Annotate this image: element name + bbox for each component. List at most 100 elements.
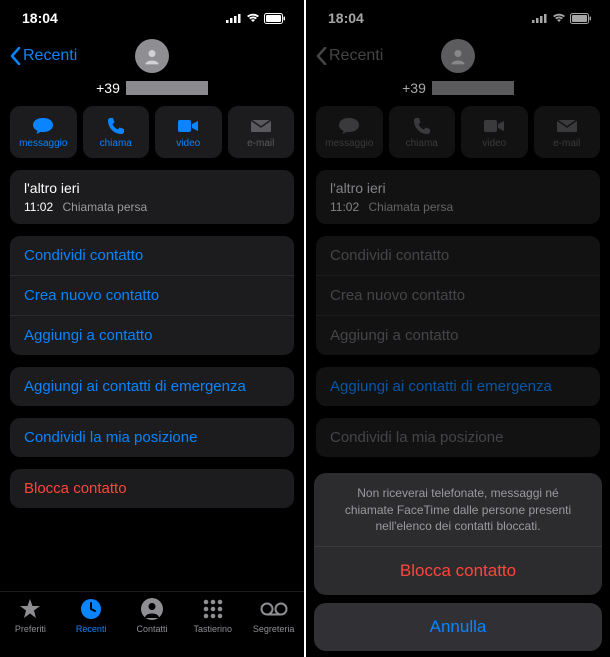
phone-prefix: +39	[402, 80, 426, 96]
email-label: e-mail	[247, 138, 274, 149]
nav-bar: Recenti	[0, 36, 304, 76]
call-label: chiama	[406, 138, 438, 149]
create-contact: Crea nuovo contatto	[316, 275, 600, 315]
call-button[interactable]: chiama	[83, 106, 150, 158]
emergency-section: Aggiungi ai contatti di emergenza	[10, 367, 294, 406]
signal-icon	[226, 13, 242, 23]
tab-voicemail[interactable]: Segreteria	[245, 596, 303, 634]
add-emergency[interactable]: Aggiungi ai contatti di emergenza	[10, 367, 294, 406]
add-to-contact: Aggiungi a contatto	[316, 315, 600, 355]
contact-actions: Condividi contatto Crea nuovo contatto A…	[316, 236, 600, 355]
mail-icon	[556, 119, 578, 133]
share-location: Condividi la mia posizione	[316, 418, 600, 457]
wifi-icon	[246, 13, 260, 23]
wifi-icon	[552, 13, 566, 23]
phone-number: +39	[0, 76, 304, 106]
video-icon	[483, 119, 505, 133]
call-button: chiama	[389, 106, 456, 158]
message-icon	[32, 117, 54, 135]
avatar[interactable]	[135, 39, 169, 73]
back-button[interactable]: Recenti	[10, 47, 77, 65]
signal-icon	[532, 13, 548, 23]
mail-icon	[250, 119, 272, 133]
action-sheet: Non riceverai telefonate, messaggi né ch…	[314, 473, 602, 651]
location-section: Condividi la mia posizione	[10, 418, 294, 457]
create-contact[interactable]: Crea nuovo contatto	[10, 275, 294, 315]
share-location[interactable]: Condividi la mia posizione	[10, 418, 294, 457]
person-icon	[448, 46, 468, 66]
tab-recent-label: Recenti	[76, 624, 107, 634]
back-button: Recenti	[316, 47, 383, 65]
message-button: messaggio	[316, 106, 383, 158]
message-label: messaggio	[325, 138, 373, 149]
video-button[interactable]: video	[155, 106, 222, 158]
location-section: Condividi la mia posizione	[316, 418, 600, 457]
share-contact: Condividi contatto	[316, 236, 600, 275]
clock: 18:04	[22, 10, 58, 26]
call-entry: 11:02 Chiamata persa	[330, 200, 586, 214]
star-icon	[18, 597, 42, 621]
status-bar: 18:04	[306, 0, 610, 36]
screen-left: 18:04 Recenti +39 messaggio chiama vid	[0, 0, 304, 657]
keypad-icon	[202, 598, 224, 620]
call-time: 11:02	[24, 200, 53, 214]
video-icon	[177, 119, 199, 133]
tab-favorites[interactable]: Preferiti	[1, 596, 59, 634]
person-icon	[142, 46, 162, 66]
message-label: messaggio	[19, 138, 67, 149]
tab-keypad-label: Tastierino	[194, 624, 233, 634]
tab-keypad[interactable]: Tastierino	[184, 596, 242, 634]
action-row: messaggio chiama video e-mail	[0, 106, 304, 170]
call-type: Chiamata persa	[368, 200, 453, 214]
video-label: video	[482, 138, 506, 149]
call-type: Chiamata persa	[62, 200, 147, 214]
emergency-section: Aggiungi ai contatti di emergenza	[316, 367, 600, 406]
nav-bar: Recenti	[306, 36, 610, 76]
share-contact[interactable]: Condividi contatto	[10, 236, 294, 275]
chevron-left-icon	[316, 47, 327, 65]
voicemail-icon	[260, 602, 288, 616]
video-button: video	[461, 106, 528, 158]
tab-contacts-label: Contatti	[136, 624, 167, 634]
block-section: Blocca contatto	[10, 469, 294, 508]
chevron-left-icon	[10, 47, 21, 65]
phone-redacted	[432, 81, 514, 95]
sheet-info: Non riceverai telefonate, messaggi né ch…	[314, 473, 602, 547]
call-history: l'altro ieri 11:02 Chiamata persa	[316, 170, 600, 224]
video-label: video	[176, 138, 200, 149]
tab-contacts[interactable]: Contatti	[123, 596, 181, 634]
email-button: e-mail	[534, 106, 601, 158]
clock: 18:04	[328, 10, 364, 26]
battery-icon	[570, 13, 592, 24]
back-label: Recenti	[23, 47, 77, 65]
sheet-cancel-button[interactable]: Annulla	[314, 603, 602, 651]
email-button: e-mail	[228, 106, 295, 158]
phone-icon	[413, 117, 431, 135]
status-icons	[532, 13, 592, 24]
action-row: messaggio chiama video e-mail	[306, 106, 610, 170]
phone-redacted	[126, 81, 208, 95]
add-to-contact[interactable]: Aggiungi a contatto	[10, 315, 294, 355]
call-history: l'altro ieri 11:02 Chiamata persa	[10, 170, 294, 224]
phone-icon	[107, 117, 125, 135]
call-day: l'altro ieri	[24, 180, 280, 196]
tab-bar: Preferiti Recenti Contatti Tastierino Se…	[0, 591, 304, 657]
avatar	[441, 39, 475, 73]
phone-number: +39	[306, 76, 610, 106]
sheet-block-button[interactable]: Blocca contatto	[314, 547, 602, 595]
message-icon	[338, 117, 360, 135]
person-circle-icon	[140, 597, 164, 621]
back-label: Recenti	[329, 47, 383, 65]
contact-actions: Condividi contatto Crea nuovo contatto A…	[10, 236, 294, 355]
phone-prefix: +39	[96, 80, 120, 96]
tab-recents[interactable]: Recenti	[62, 596, 120, 634]
sheet-card: Non riceverai telefonate, messaggi né ch…	[314, 473, 602, 595]
call-label: chiama	[100, 138, 132, 149]
status-bar: 18:04	[0, 0, 304, 36]
clock-icon	[79, 597, 103, 621]
status-icons	[226, 13, 286, 24]
battery-icon	[264, 13, 286, 24]
block-contact[interactable]: Blocca contatto	[10, 469, 294, 508]
message-button[interactable]: messaggio	[10, 106, 77, 158]
email-label: e-mail	[553, 138, 580, 149]
